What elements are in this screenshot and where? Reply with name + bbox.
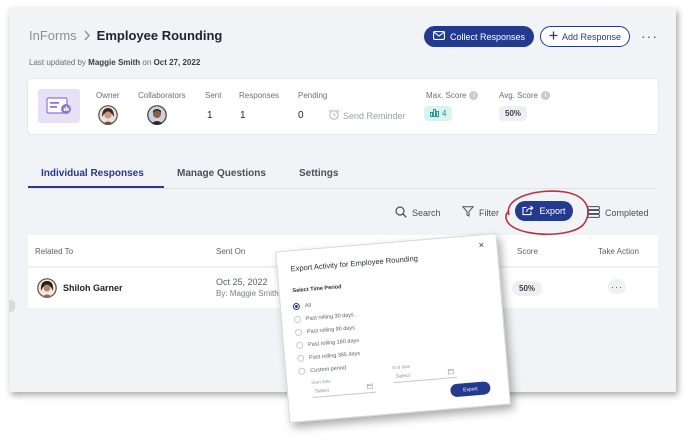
radio-icon: [298, 367, 306, 376]
end-date-placeholder: Select: [395, 372, 411, 380]
responses-value: 1: [240, 110, 246, 121]
radio-selected-icon: [292, 302, 301, 311]
collaborator-avatar[interactable]: [147, 105, 167, 125]
updated-on: on: [142, 58, 152, 67]
calendar-icon: [447, 368, 455, 376]
scroll-handle[interactable]: [9, 300, 15, 312]
collect-responses-label: Collect Responses: [449, 31, 526, 42]
column-sent-on[interactable]: Sent On: [216, 247, 245, 256]
tab-settings[interactable]: Settings: [299, 168, 338, 179]
collaborators-label: Collaborators: [138, 91, 186, 100]
row-name: Shiloh Garner: [63, 283, 123, 293]
sent-value: 1: [207, 110, 213, 121]
updated-date: Oct 27, 2022: [153, 58, 201, 67]
option-all[interactable]: All: [292, 302, 312, 311]
time-period-label: Select Time Period: [292, 284, 342, 295]
info-icon[interactable]: i: [469, 91, 479, 100]
breadcrumb-informs[interactable]: InForms: [29, 28, 77, 43]
collect-responses-button[interactable]: Collect Responses: [424, 26, 534, 47]
alarm-clock-icon: [328, 109, 340, 122]
radio-icon: [293, 315, 302, 324]
owner-avatar[interactable]: [98, 105, 118, 125]
chevron-right-icon: [83, 30, 91, 41]
search-icon: [395, 206, 407, 220]
filter-icon: [461, 206, 475, 219]
more-options-button[interactable]: ···: [641, 28, 658, 44]
option-label: Past rolling 180 days: [307, 337, 360, 348]
option-label: Past rolling 365 days: [308, 350, 361, 361]
option-180-days[interactable]: Past rolling 180 days: [295, 337, 360, 350]
stats-card: Owner Collaborators Sent 1 Responses 1 P…: [28, 79, 658, 134]
option-label: All: [304, 302, 312, 309]
pending-label: Pending: [298, 91, 328, 100]
radio-icon: [296, 354, 305, 363]
row-sent-date: Oct 25, 2022: [216, 277, 268, 287]
option-90-days[interactable]: Past rolling 90 days: [294, 324, 356, 337]
avatar: [37, 278, 57, 298]
last-updated: Last updated by Maggie Smith on Oct 27, …: [29, 58, 200, 67]
calendar-icon: [366, 382, 374, 390]
filter-button[interactable]: Filter: [461, 206, 499, 219]
add-response-button[interactable]: Add Response: [540, 26, 630, 47]
option-custom-period[interactable]: Custom period: [298, 364, 347, 376]
avg-score-badge: 50%: [499, 106, 528, 121]
updated-user: Maggie Smith: [88, 58, 141, 67]
row-sent-by: By: Maggie Smith: [216, 289, 279, 298]
owner-label: Owner: [96, 91, 120, 100]
row-score-badge: 50%: [512, 281, 543, 296]
avg-score-label: Avg. Score: [499, 91, 538, 100]
option-label: Custom period: [310, 364, 347, 374]
send-reminder-button[interactable]: Send Reminder: [328, 109, 406, 122]
tab-manage-questions[interactable]: Manage Questions: [177, 168, 266, 179]
sent-label: Sent: [205, 91, 222, 100]
export-label: Export: [539, 206, 566, 216]
option-30-days[interactable]: Past rolling 30 days: [293, 311, 355, 324]
completed-filter[interactable]: Completed: [587, 206, 649, 220]
form-icon: [38, 89, 80, 123]
breadcrumb: InForms Employee Rounding: [29, 28, 222, 43]
info-icon[interactable]: i: [540, 91, 550, 100]
completed-label: Completed: [605, 208, 649, 218]
filter-label: Filter: [479, 207, 499, 218]
column-related-to[interactable]: Related To: [35, 247, 73, 256]
row-actions-button[interactable]: ···: [608, 279, 626, 294]
max-score-header: Max. Score i: [426, 91, 479, 100]
bar-chart-icon: [430, 108, 439, 119]
tabs-divider: [28, 188, 658, 189]
share-icon: [522, 205, 535, 218]
send-reminder-label: Send Reminder: [343, 110, 406, 121]
option-label: Past rolling 90 days: [306, 324, 356, 335]
close-icon[interactable]: ×: [478, 240, 485, 251]
export-button[interactable]: Export: [515, 201, 573, 221]
responses-label: Responses: [239, 91, 280, 100]
plus-icon: [549, 31, 558, 42]
radio-icon: [295, 341, 304, 350]
avg-score-header: Avg. Score i: [499, 91, 550, 100]
column-take-action: Take Action: [598, 247, 639, 256]
mail-icon: [433, 31, 445, 42]
updated-prefix: Last updated by: [29, 58, 86, 67]
max-score-badge: 4: [424, 106, 453, 121]
max-score-label: Max. Score: [426, 91, 467, 100]
option-label: Past rolling 30 days: [305, 311, 355, 322]
add-response-label: Add Response: [561, 31, 622, 42]
search-label: Search: [412, 208, 441, 218]
column-score[interactable]: Score: [517, 247, 538, 256]
max-score-value: 4: [442, 109, 447, 118]
modal-export-button[interactable]: Export: [449, 381, 491, 398]
active-tab-indicator: [28, 186, 164, 188]
modal-title: Export Activity for Employee Rounding: [290, 253, 419, 274]
export-modal: Export Activity for Employee Rounding × …: [275, 233, 511, 423]
search-button[interactable]: Search: [395, 206, 441, 220]
pending-value: 0: [298, 110, 304, 121]
tab-individual-responses[interactable]: Individual Responses: [41, 168, 144, 179]
radio-icon: [294, 328, 303, 337]
stack-icon: [587, 206, 600, 220]
page-title: Employee Rounding: [96, 28, 223, 43]
option-365-days[interactable]: Past rolling 365 days: [296, 350, 361, 363]
start-date-placeholder: Select: [314, 387, 330, 395]
